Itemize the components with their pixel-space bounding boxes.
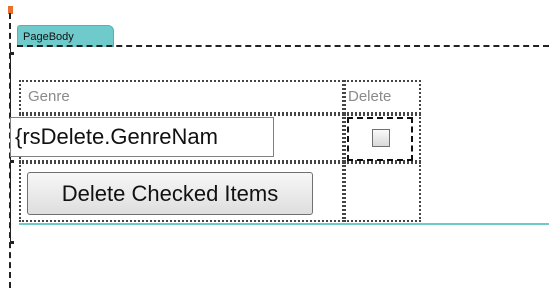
tick-mark [10,160,14,163]
delete-header: Delete [348,88,392,105]
tick-mark [10,241,14,244]
designer-canvas: PageBody Genre Delete {rsDelete.GenreNam… [0,0,549,288]
tick-mark [10,52,14,55]
action-cell-empty [344,162,421,222]
delete-checked-items-button[interactable]: Delete Checked Items [27,172,313,215]
pagebody-tab[interactable]: PageBody [17,25,114,47]
pagebody-tab-label: PageBody [23,31,74,43]
genre-header: Genre [28,88,70,105]
genre-name-field[interactable]: {rsDelete.GenreNam [10,117,274,157]
pagebody-dashed-border [17,45,549,47]
delete-checkbox-container [347,117,413,161]
pagebody-bottom-line [19,223,549,225]
delete-checkbox[interactable] [372,129,390,147]
